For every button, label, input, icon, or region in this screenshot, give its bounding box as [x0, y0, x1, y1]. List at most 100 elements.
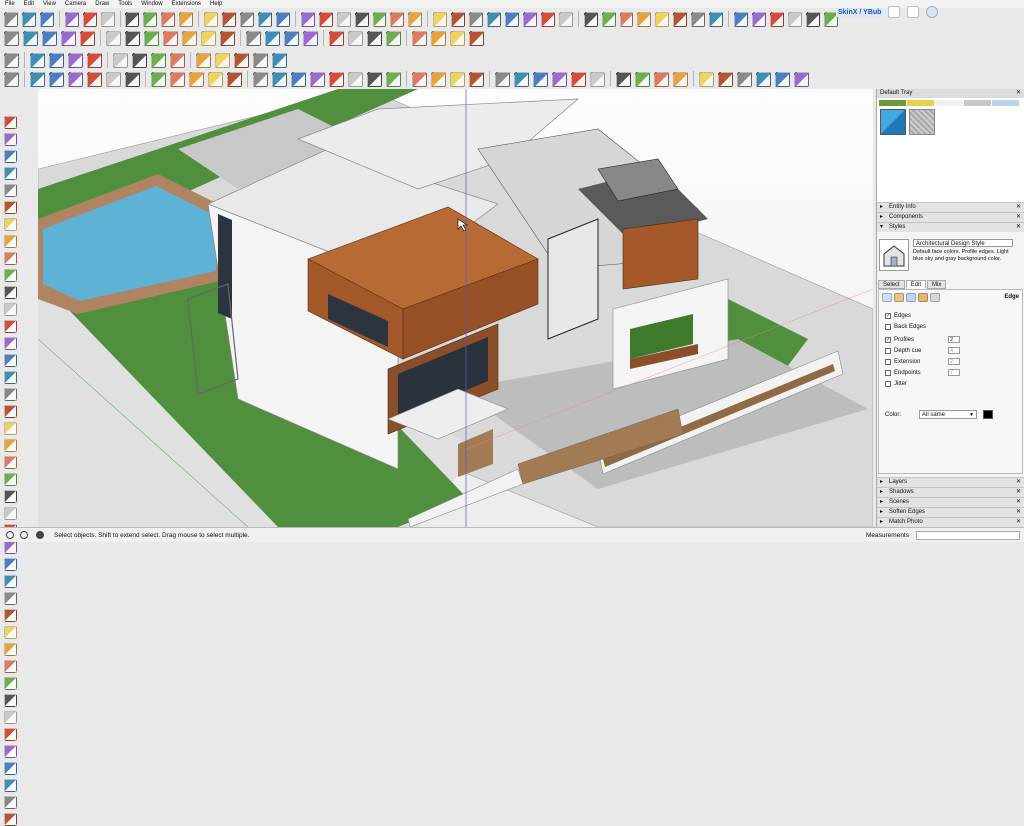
- menu-camera[interactable]: Camera: [65, 1, 86, 7]
- credits-icon[interactable]: [20, 531, 28, 539]
- profiles-value[interactable]: 2: [948, 336, 960, 343]
- tool-icon[interactable]: [125, 11, 140, 27]
- tool-icon[interactable]: [204, 11, 219, 27]
- menu-window[interactable]: Window: [141, 1, 162, 7]
- section-layers[interactable]: Layers✕: [877, 477, 1024, 487]
- tool-icon[interactable]: [257, 11, 272, 27]
- tool-icon[interactable]: [39, 11, 54, 27]
- tool-icon[interactable]: [4, 371, 17, 384]
- tool-icon[interactable]: [234, 52, 249, 68]
- tool-icon[interactable]: [68, 52, 83, 68]
- tool-icon[interactable]: [291, 71, 306, 87]
- swatch-water[interactable]: [880, 109, 906, 135]
- tool-icon[interactable]: [805, 11, 820, 27]
- background-settings-icon[interactable]: [906, 293, 916, 302]
- tool-icon[interactable]: [4, 762, 17, 775]
- tool-icon[interactable]: [61, 30, 76, 46]
- tool-icon[interactable]: [4, 677, 17, 690]
- tool-icon[interactable]: [80, 30, 95, 46]
- tool-icon[interactable]: [106, 71, 121, 87]
- tool-icon[interactable]: [514, 71, 529, 87]
- tool-icon[interactable]: [4, 507, 17, 520]
- tool-icon[interactable]: [4, 422, 17, 435]
- tool-icon[interactable]: [246, 30, 261, 46]
- tab-select[interactable]: Select: [878, 280, 905, 289]
- tool-icon[interactable]: [4, 405, 17, 418]
- tool-icon[interactable]: [143, 11, 158, 27]
- tool-icon[interactable]: [100, 11, 115, 27]
- tool-icon[interactable]: [4, 11, 18, 27]
- tool-icon[interactable]: [4, 116, 17, 129]
- tool-icon[interactable]: [4, 201, 17, 214]
- tool-icon[interactable]: [4, 337, 17, 350]
- tab-mix[interactable]: Mix: [927, 280, 947, 289]
- tool-icon[interactable]: [4, 473, 17, 486]
- tool-icon[interactable]: [348, 71, 363, 87]
- tool-icon[interactable]: [540, 11, 555, 27]
- menu-help[interactable]: Help: [210, 1, 222, 7]
- tool-icon[interactable]: [170, 52, 185, 68]
- tool-icon[interactable]: [487, 11, 501, 27]
- tool-icon[interactable]: [4, 354, 17, 367]
- tool-icon[interactable]: [769, 11, 784, 27]
- tool-icon[interactable]: [170, 71, 185, 87]
- menu-tools[interactable]: Tools: [118, 1, 132, 7]
- tool-icon[interactable]: [151, 71, 166, 87]
- tool-icon[interactable]: [4, 541, 17, 554]
- tool-icon[interactable]: [4, 490, 17, 503]
- tool-icon[interactable]: [201, 30, 216, 46]
- checkbox-endpoints[interactable]: [885, 370, 891, 376]
- extension-label[interactable]: SkinX / YBub: [836, 7, 884, 17]
- edge-settings-icon[interactable]: [882, 293, 892, 302]
- tool-icon[interactable]: [23, 30, 38, 46]
- tool-icon[interactable]: [4, 52, 19, 68]
- tool-icon[interactable]: [49, 52, 64, 68]
- tool-icon[interactable]: [450, 71, 465, 87]
- watermark-settings-icon[interactable]: [918, 293, 928, 302]
- tool-icon[interactable]: [431, 30, 446, 46]
- style-preview-icon[interactable]: [879, 239, 909, 271]
- play-icon[interactable]: [888, 6, 901, 18]
- tool-icon[interactable]: [64, 11, 79, 27]
- tool-icon[interactable]: [113, 52, 128, 68]
- depth-cue-value[interactable]: 4: [948, 347, 960, 354]
- section-entity-info[interactable]: Entity Info✕: [877, 202, 1024, 212]
- option-depth-cue[interactable]: Depth cue: [885, 347, 921, 355]
- tool-icon[interactable]: [300, 11, 315, 27]
- tool-icon[interactable]: [284, 30, 299, 46]
- tool-icon[interactable]: [265, 30, 280, 46]
- tool-icon[interactable]: [752, 11, 766, 27]
- section-soften-edges[interactable]: Soften Edges✕: [877, 507, 1024, 517]
- tool-icon[interactable]: [4, 779, 17, 792]
- option-extension[interactable]: Extension: [885, 358, 920, 366]
- tool-icon[interactable]: [590, 71, 605, 87]
- tool-icon[interactable]: [215, 52, 230, 68]
- tool-icon[interactable]: [412, 71, 427, 87]
- swatch-stone[interactable]: [909, 109, 935, 135]
- checkbox-depth-cue[interactable]: [885, 348, 891, 354]
- tool-icon[interactable]: [552, 71, 567, 87]
- modeling-settings-icon[interactable]: [930, 293, 940, 302]
- tool-icon[interactable]: [4, 592, 17, 605]
- tool-icon[interactable]: [635, 71, 650, 87]
- tool-icon[interactable]: [4, 728, 17, 741]
- tool-icon[interactable]: [367, 30, 382, 46]
- tool-icon[interactable]: [303, 30, 318, 46]
- tool-icon[interactable]: [49, 71, 64, 87]
- tool-icon[interactable]: [4, 694, 17, 707]
- checkbox-profiles[interactable]: ✓: [885, 337, 891, 343]
- tool-icon[interactable]: [4, 303, 17, 316]
- swatch-sky[interactable]: [991, 100, 1020, 106]
- tool-icon[interactable]: [794, 71, 809, 87]
- geo-location-icon[interactable]: [6, 531, 14, 539]
- tool-icon[interactable]: [310, 71, 325, 87]
- tool-icon[interactable]: [386, 71, 401, 87]
- tool-icon[interactable]: [272, 52, 287, 68]
- tool-icon[interactable]: [571, 71, 586, 87]
- tool-icon[interactable]: [495, 71, 510, 87]
- tool-icon[interactable]: [275, 11, 290, 27]
- tool-icon[interactable]: [522, 11, 537, 27]
- tool-icon[interactable]: [329, 71, 344, 87]
- help-icon[interactable]: [926, 6, 939, 18]
- menu-edit[interactable]: Edit: [24, 1, 34, 7]
